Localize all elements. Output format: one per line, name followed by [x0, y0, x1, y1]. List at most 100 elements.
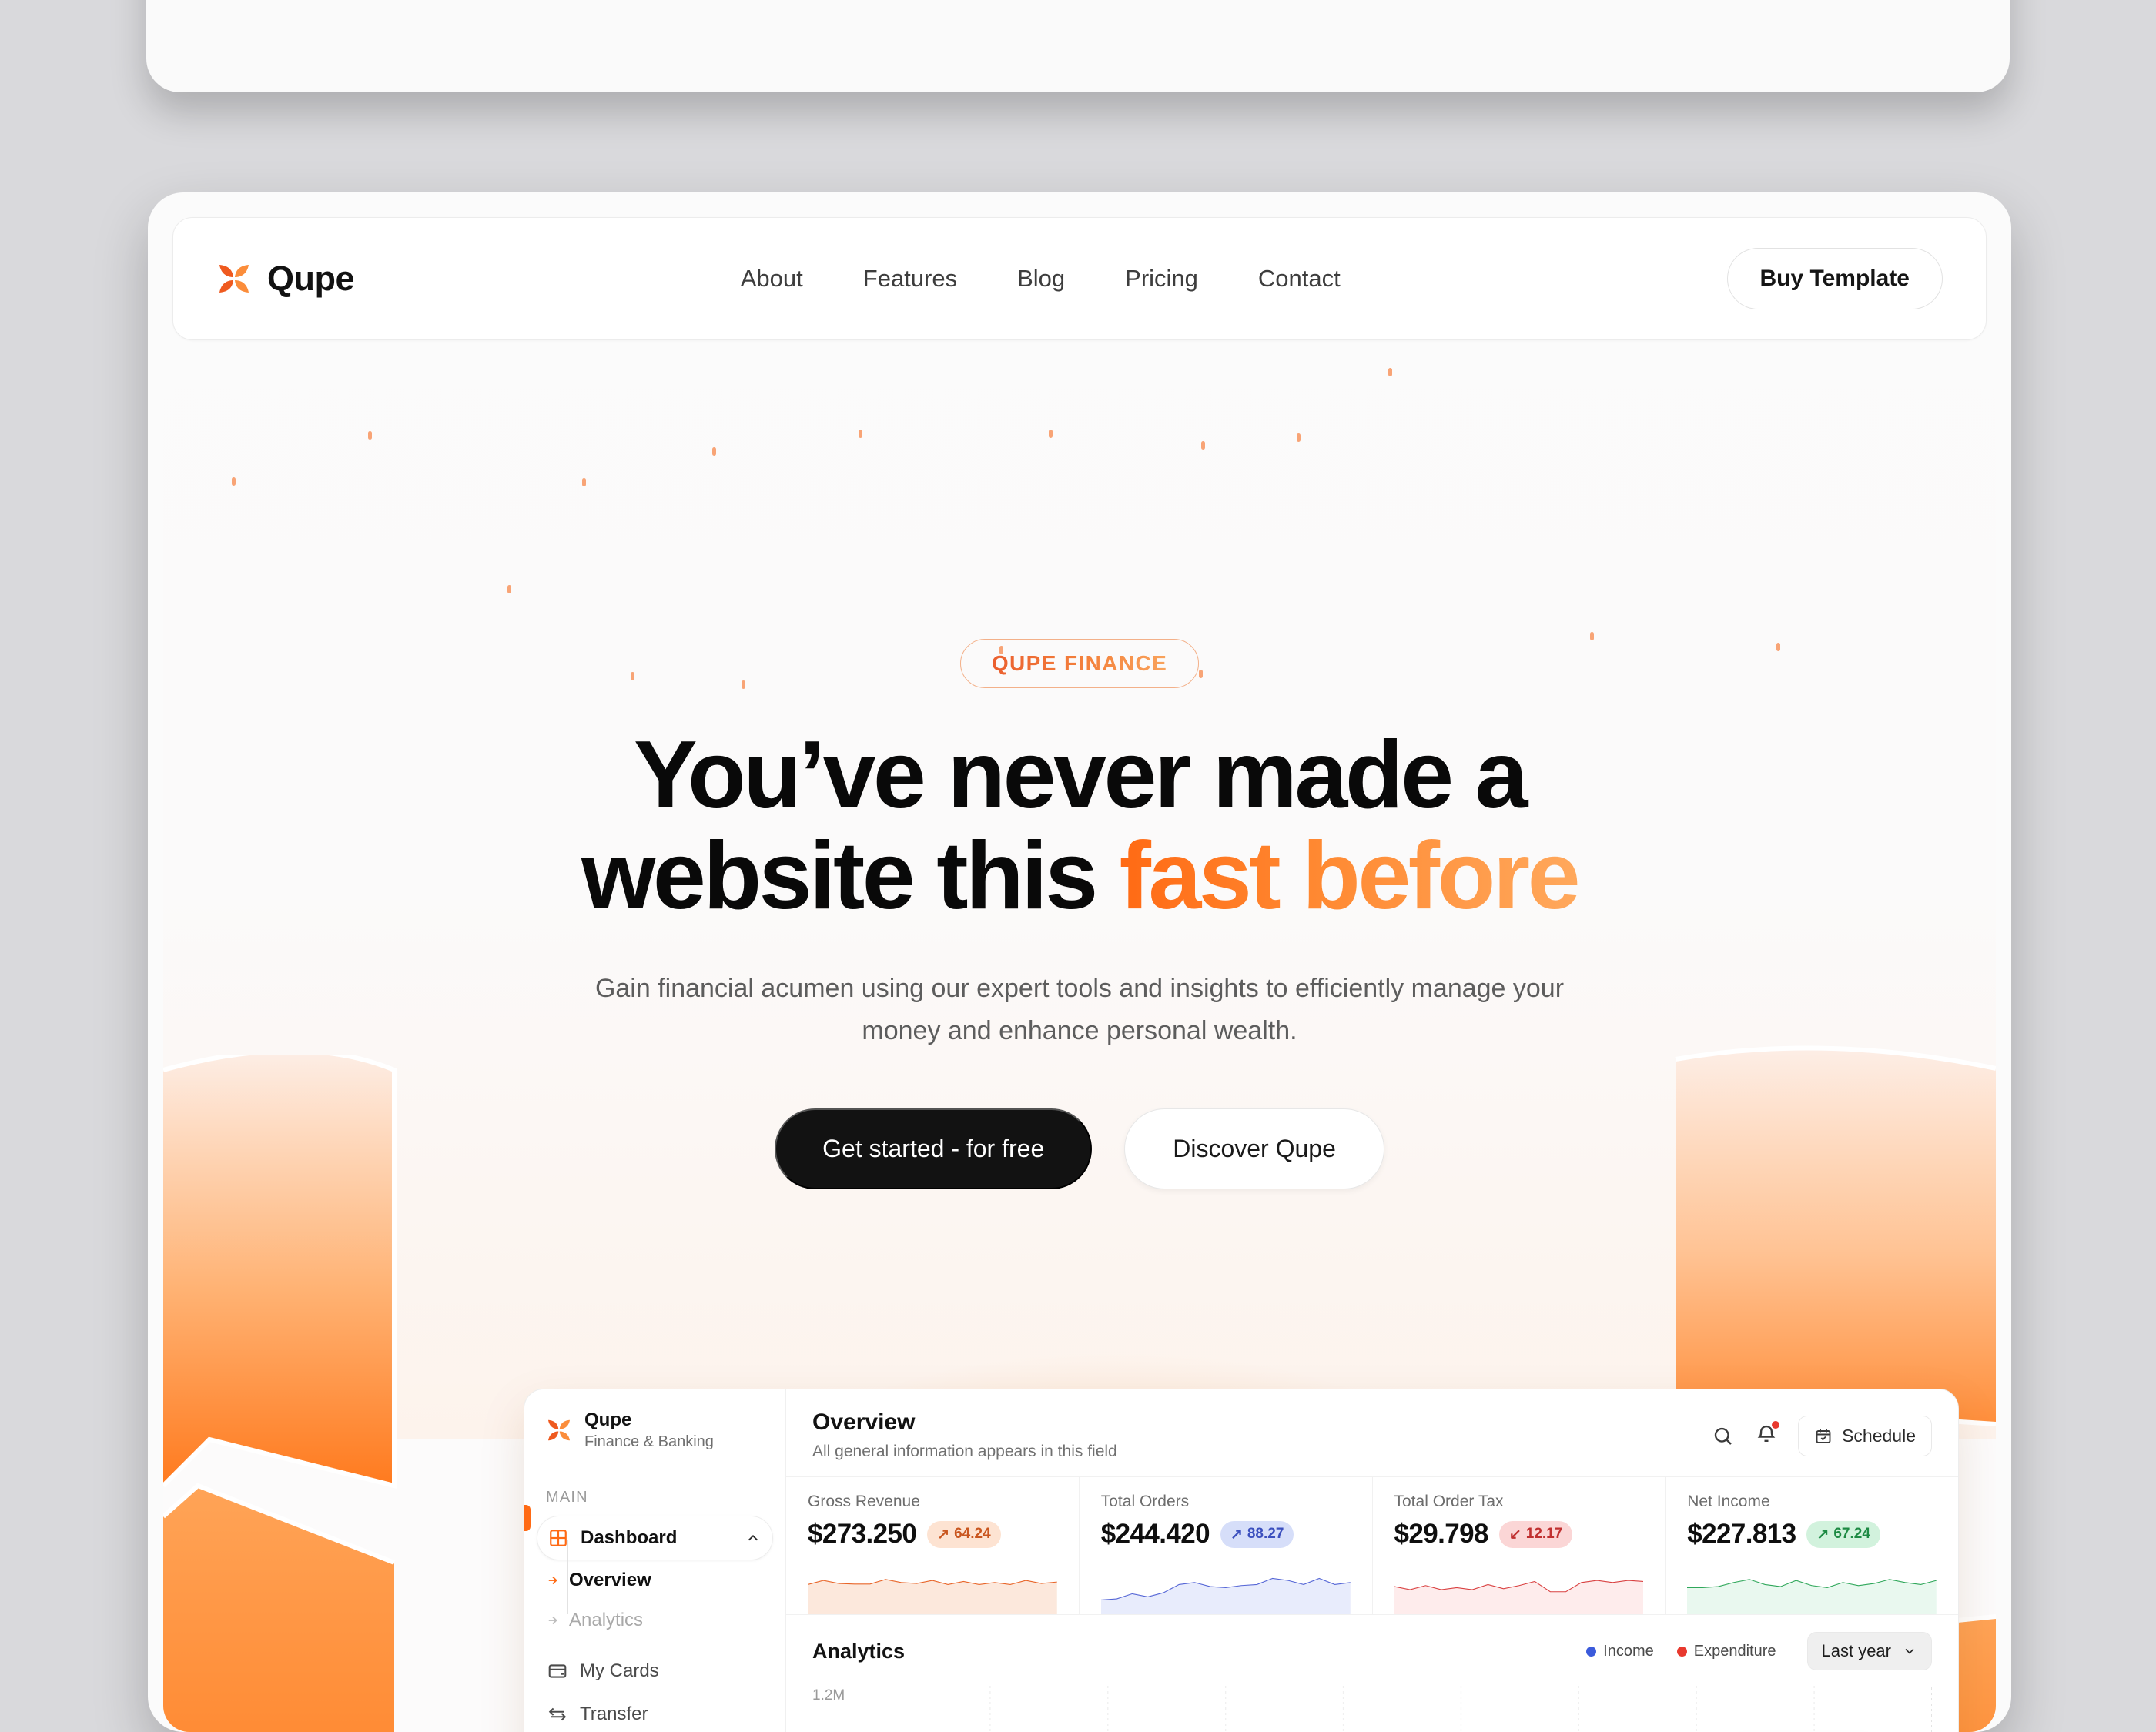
stat-delta-badge: ↗ 64.24 — [927, 1520, 1001, 1548]
legend-swatch — [1676, 1646, 1687, 1657]
stat-cards: Gross Revenue $273.250 ↗ 64.24 Total Ord… — [786, 1477, 1958, 1615]
y-tick: 1.2M — [812, 1687, 845, 1704]
dashboard-title: Overview — [812, 1409, 916, 1435]
hero-badge: QUPE FINANCE — [959, 639, 1200, 688]
legend-label: Income — [1603, 1642, 1654, 1660]
stat-value: $244.420 — [1100, 1519, 1210, 1549]
stat-value-row: $227.813 ↗ 67.24 — [1687, 1519, 1937, 1550]
dashboard-preview: Qupe Finance & Banking MAIN Dashboard Ov… — [524, 1389, 1959, 1732]
legend-swatch — [1586, 1646, 1597, 1657]
sidebar-subitem-label: Analytics — [569, 1610, 644, 1630]
decorative-dot — [1297, 433, 1301, 442]
stat-value-row: $244.420 ↗ 88.27 — [1101, 1519, 1351, 1550]
analytics-section: Analytics Income Expenditure Last year 1… — [786, 1615, 1958, 1732]
notification-badge — [1772, 1421, 1780, 1429]
stat-card: Total Order Tax $29.798 ↙ 12.17 — [1373, 1477, 1666, 1614]
sidebar-brand-name: Qupe — [584, 1409, 632, 1430]
stat-delta-value: 64.24 — [954, 1526, 991, 1542]
sidebar-section-label: MAIN — [546, 1489, 588, 1506]
decorative-dot — [1201, 441, 1205, 450]
sidebar-item-dashboard[interactable]: Dashboard — [537, 1516, 773, 1560]
sidebar-item-transfer[interactable]: Transfer — [537, 1693, 773, 1732]
chevron-up-icon[interactable] — [745, 1530, 762, 1546]
sidebar-item-label: My Cards — [580, 1660, 659, 1681]
stat-value-row: $273.250 ↗ 64.24 — [808, 1519, 1057, 1550]
stat-card: Total Orders $244.420 ↗ 88.27 — [1080, 1477, 1373, 1614]
analytics-title: Analytics — [812, 1639, 906, 1663]
brand-logo[interactable]: Qupe — [216, 259, 355, 299]
get-started-button[interactable]: Get started - for free — [775, 1108, 1093, 1189]
dashboard-sidebar: Qupe Finance & Banking MAIN Dashboard Ov… — [524, 1389, 786, 1732]
calendar-check-icon — [1816, 1429, 1831, 1443]
nav-link-features[interactable]: Features — [863, 265, 957, 293]
sidebar-brand[interactable]: Qupe Finance & Banking — [524, 1409, 785, 1470]
browser-frame: Qupe About Features Blog Pricing Contact… — [148, 192, 2011, 1732]
hero-section: QUPE FINANCE You’ve never made a website… — [163, 639, 1996, 1189]
decorative-dot — [859, 430, 862, 438]
stat-sparkline — [1687, 1560, 1937, 1614]
chart-legend: Income Expenditure Last year — [1586, 1632, 1932, 1670]
arrow-right-icon — [548, 1576, 557, 1585]
decorative-dot — [1049, 430, 1053, 438]
y-axis: 1.2M 900k 700k — [812, 1686, 866, 1732]
sidebar-subitem-overview[interactable]: Overview — [524, 1560, 785, 1600]
active-indicator-bar — [524, 1505, 531, 1531]
range-dropdown-value: Last year — [1821, 1641, 1892, 1660]
background-card-top — [146, 0, 2010, 92]
sidebar-item-my-cards[interactable]: My Cards — [537, 1650, 773, 1693]
analytics-chart: 1.2M 900k 700k $690K ↗ 9 — [812, 1686, 1932, 1732]
sidebar-brand-subtitle: Finance & Banking — [584, 1433, 714, 1450]
notifications-button[interactable] — [1755, 1421, 1780, 1449]
nav-link-about[interactable]: About — [741, 265, 803, 293]
range-dropdown[interactable]: Last year — [1806, 1632, 1932, 1670]
grid-icon — [550, 1530, 567, 1546]
arrow-up-right-icon: ↗ — [1816, 1526, 1830, 1543]
stat-label: Gross Revenue — [808, 1493, 920, 1510]
search-icon[interactable] — [1712, 1425, 1735, 1448]
decorative-dot — [368, 431, 372, 440]
hero-cta-row: Get started - for free Discover Qupe — [163, 1108, 1996, 1189]
arrow-down-left-icon: ↙ — [1508, 1526, 1522, 1543]
dashboard-main: Overview All general information appears… — [786, 1389, 1958, 1732]
nav-link-contact[interactable]: Contact — [1258, 265, 1341, 293]
nav-link-blog[interactable]: Blog — [1017, 265, 1065, 293]
qupe-logo-icon — [219, 265, 249, 293]
stat-label: Total Orders — [1100, 1493, 1190, 1510]
tree-line-analytics — [567, 1540, 568, 1614]
discover-qupe-button[interactable]: Discover Qupe — [1124, 1108, 1384, 1189]
schedule-button[interactable]: Schedule — [1798, 1416, 1932, 1456]
headline-line-2-accent: fast before — [1119, 823, 1581, 930]
dashboard-header-tools: Schedule — [1712, 1409, 1932, 1456]
analytics-header: Analytics Income Expenditure Last year — [812, 1632, 1932, 1670]
sidebar-subitem-label: Overview — [569, 1570, 651, 1590]
stat-label: Total Order Tax — [1394, 1493, 1504, 1510]
sidebar-subitem-analytics[interactable]: Analytics — [524, 1600, 785, 1640]
decorative-dot — [232, 477, 236, 486]
top-navigation: Qupe About Features Blog Pricing Contact… — [172, 217, 1987, 340]
stat-sparkline — [808, 1560, 1057, 1614]
nav-link-pricing[interactable]: Pricing — [1125, 265, 1198, 293]
chevron-down-icon — [1905, 1648, 1914, 1654]
stat-delta-badge: ↗ 88.27 — [1220, 1520, 1294, 1548]
stat-sparkline — [1394, 1560, 1644, 1614]
decorative-dot — [1388, 368, 1392, 376]
schedule-label: Schedule — [1842, 1426, 1916, 1446]
buy-template-button[interactable]: Buy Template — [1726, 248, 1943, 309]
legend-item-income[interactable]: Income — [1586, 1643, 1654, 1660]
stat-card: Gross Revenue $273.250 ↗ 64.24 — [786, 1477, 1080, 1614]
stat-value-row: $29.798 ↙ 12.17 — [1394, 1519, 1644, 1550]
legend-item-expenditure[interactable]: Expenditure — [1676, 1643, 1776, 1660]
decorative-dot — [712, 447, 716, 456]
decorative-dot — [507, 585, 511, 593]
stat-delta-badge: ↙ 12.17 — [1498, 1520, 1573, 1548]
stat-value: $29.798 — [1394, 1519, 1489, 1549]
arrow-up-right-icon: ↗ — [1230, 1526, 1243, 1543]
page-canvas: Qupe About Features Blog Pricing Contact… — [163, 208, 1996, 1732]
dashboard-description: All general information appears in this … — [812, 1443, 1117, 1460]
card-icon — [548, 1664, 567, 1678]
stat-delta-value: 67.24 — [1833, 1526, 1870, 1542]
hero-subtitle: Gain financial acumen using our expert t… — [594, 973, 1565, 1046]
chart-plot-area — [872, 1686, 1932, 1732]
stat-delta-badge: ↗ 67.24 — [1806, 1520, 1880, 1548]
stat-sparkline — [1100, 1560, 1351, 1614]
